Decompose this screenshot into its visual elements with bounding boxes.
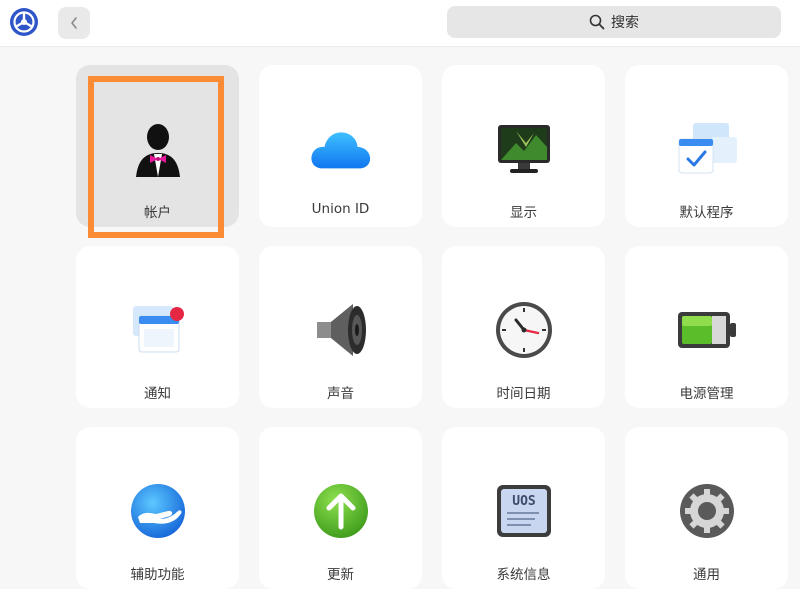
back-button[interactable] [58, 7, 90, 39]
module-label: 通用 [693, 567, 720, 583]
module-tile-datetime[interactable]: 时间日期 [442, 246, 605, 408]
module-label: 更新 [327, 567, 354, 583]
module-label: 时间日期 [496, 386, 551, 402]
module-tile-power[interactable]: 电源管理 [625, 246, 788, 408]
module-tile-default-apps[interactable]: 默认程序 [625, 65, 788, 227]
uos-badge-text: UOS [512, 494, 536, 509]
search-icon [589, 14, 605, 30]
default-apps-icon [675, 117, 739, 181]
speaker-icon [309, 298, 373, 362]
gear-icon [675, 479, 739, 543]
module-label: 电源管理 [679, 386, 734, 402]
module-label: 声音 [327, 386, 354, 402]
module-tile-display[interactable]: 显示 [442, 65, 605, 227]
deepin-settings-logo-icon [9, 7, 39, 37]
search-input[interactable]: 搜索 [447, 6, 781, 38]
system-info-icon: UOS [492, 479, 556, 543]
title-bar: 搜索 [0, 0, 800, 47]
module-label: 辅助功能 [130, 567, 185, 583]
module-label: 帐户 [144, 205, 171, 221]
accessibility-hand-icon [126, 479, 190, 543]
module-label: 默认程序 [679, 205, 734, 221]
module-tile-general[interactable]: 通用 [625, 427, 788, 589]
module-label: Union ID [311, 201, 370, 217]
update-arrow-icon [309, 479, 373, 543]
module-tile-notification[interactable]: 通知 [76, 246, 239, 408]
search-placeholder: 搜索 [611, 15, 639, 31]
account-user-icon [126, 117, 190, 181]
module-tile-update[interactable]: 更新 [259, 427, 422, 589]
chevron-left-icon [71, 17, 77, 29]
module-tile-system-info[interactable]: UOS 系统信息 [442, 427, 605, 589]
module-tile-accounts[interactable]: 帐户 [76, 65, 239, 227]
module-label: 显示 [510, 205, 537, 221]
clock-icon [492, 298, 556, 362]
cloud-icon [309, 117, 373, 181]
module-label: 系统信息 [496, 567, 551, 583]
monitor-icon [492, 117, 556, 181]
notification-icon [126, 298, 190, 362]
module-label: 通知 [144, 386, 171, 402]
module-tile-sound[interactable]: 声音 [259, 246, 422, 408]
module-tile-union-id[interactable]: Union ID [259, 65, 422, 227]
module-tile-accessibility[interactable]: 辅助功能 [76, 427, 239, 589]
battery-icon [675, 298, 739, 362]
